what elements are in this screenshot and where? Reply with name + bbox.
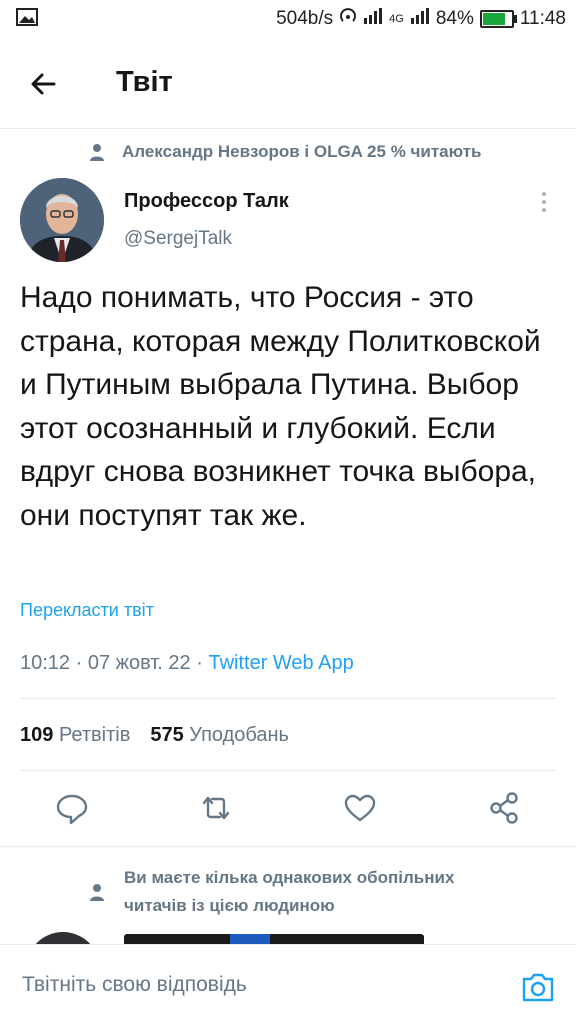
like-button[interactable] (338, 786, 382, 830)
page-title: Твіт (116, 66, 173, 98)
next-tweet-preview[interactable] (0, 930, 576, 944)
retweets-label: Ретвітів (58, 724, 131, 746)
follow-context-line: Ви маєте кілька однакових обопільних (124, 868, 455, 887)
back-button[interactable] (24, 64, 64, 104)
signal-icon (363, 8, 383, 30)
like-icon (344, 794, 376, 822)
retweet-button[interactable] (194, 786, 238, 830)
tweet-actions (0, 786, 576, 832)
retweets-count: 109 (20, 724, 54, 746)
battery-level: 84% (435, 8, 474, 29)
clock: 11:48 (519, 8, 566, 29)
author-name[interactable]: Профессор Талк (124, 190, 289, 213)
translate-link[interactable]: Перекласти твіт (20, 600, 154, 621)
person-icon (90, 884, 104, 901)
follow-context: Ви маєте кілька однакових обопільних чит… (88, 864, 454, 920)
divider (20, 698, 556, 699)
more-options-button[interactable] (534, 190, 554, 214)
retweets-stat[interactable]: 109 Ретвітів (20, 724, 130, 747)
signal-4g-icon (410, 8, 430, 30)
reply-bar: Твітніть свою відповідь (0, 944, 576, 1025)
social-context-text: Александр Невзоров і OLGA 25 % читають (122, 142, 482, 161)
divider (0, 846, 576, 847)
battery-icon (479, 10, 517, 28)
hotspot-icon (339, 7, 357, 31)
next-tweet-name (124, 934, 424, 944)
status-bar: 504b/s 4G 84% 11:48 (0, 0, 576, 40)
avatar (26, 932, 100, 944)
image-icon (16, 8, 38, 31)
avatar[interactable] (20, 178, 104, 262)
net-speed: 504b/s (276, 8, 334, 29)
follow-context-line: читачів із цією людиною (124, 896, 335, 915)
meta-separator: · (196, 652, 203, 674)
meta-separator: · (75, 652, 83, 674)
tweet-meta: 10:12 · 07 жовт. 22 · Twitter Web App (20, 652, 354, 675)
camera-button[interactable] (518, 967, 558, 1007)
reply-button[interactable] (50, 786, 94, 830)
tweet-source-link[interactable]: Twitter Web App (208, 652, 353, 674)
flag-emoji-icon (230, 934, 270, 944)
tweet-time: 10:12 (20, 652, 71, 674)
app-bar: Твіт (0, 40, 576, 129)
network-type: 4G (389, 13, 404, 25)
tweet-stats: 109 Ретвітів 575 Уподобань (20, 724, 289, 747)
likes-count: 575 (150, 724, 184, 746)
social-context[interactable]: Александр Невзоров і OLGA 25 % читають (88, 142, 482, 162)
likes-label: Уподобань (189, 724, 289, 746)
share-icon (490, 792, 518, 824)
tweet-text: Надо понимать, что Россия - это страна, … (20, 281, 541, 532)
share-button[interactable] (482, 786, 526, 830)
more-vertical-icon (542, 192, 546, 212)
retweet-icon (202, 796, 230, 820)
tweet-date: 07 жовт. 22 (87, 652, 191, 674)
reply-icon (56, 794, 88, 825)
reply-input[interactable]: Твітніть свою відповідь (22, 973, 247, 997)
divider (20, 770, 556, 771)
person-icon (90, 144, 104, 161)
author-handle[interactable]: @SergejTalk (124, 228, 232, 250)
arrow-left-icon (31, 73, 56, 95)
likes-stat[interactable]: 575 Уподобань (150, 724, 289, 747)
camera-icon (522, 973, 554, 1002)
